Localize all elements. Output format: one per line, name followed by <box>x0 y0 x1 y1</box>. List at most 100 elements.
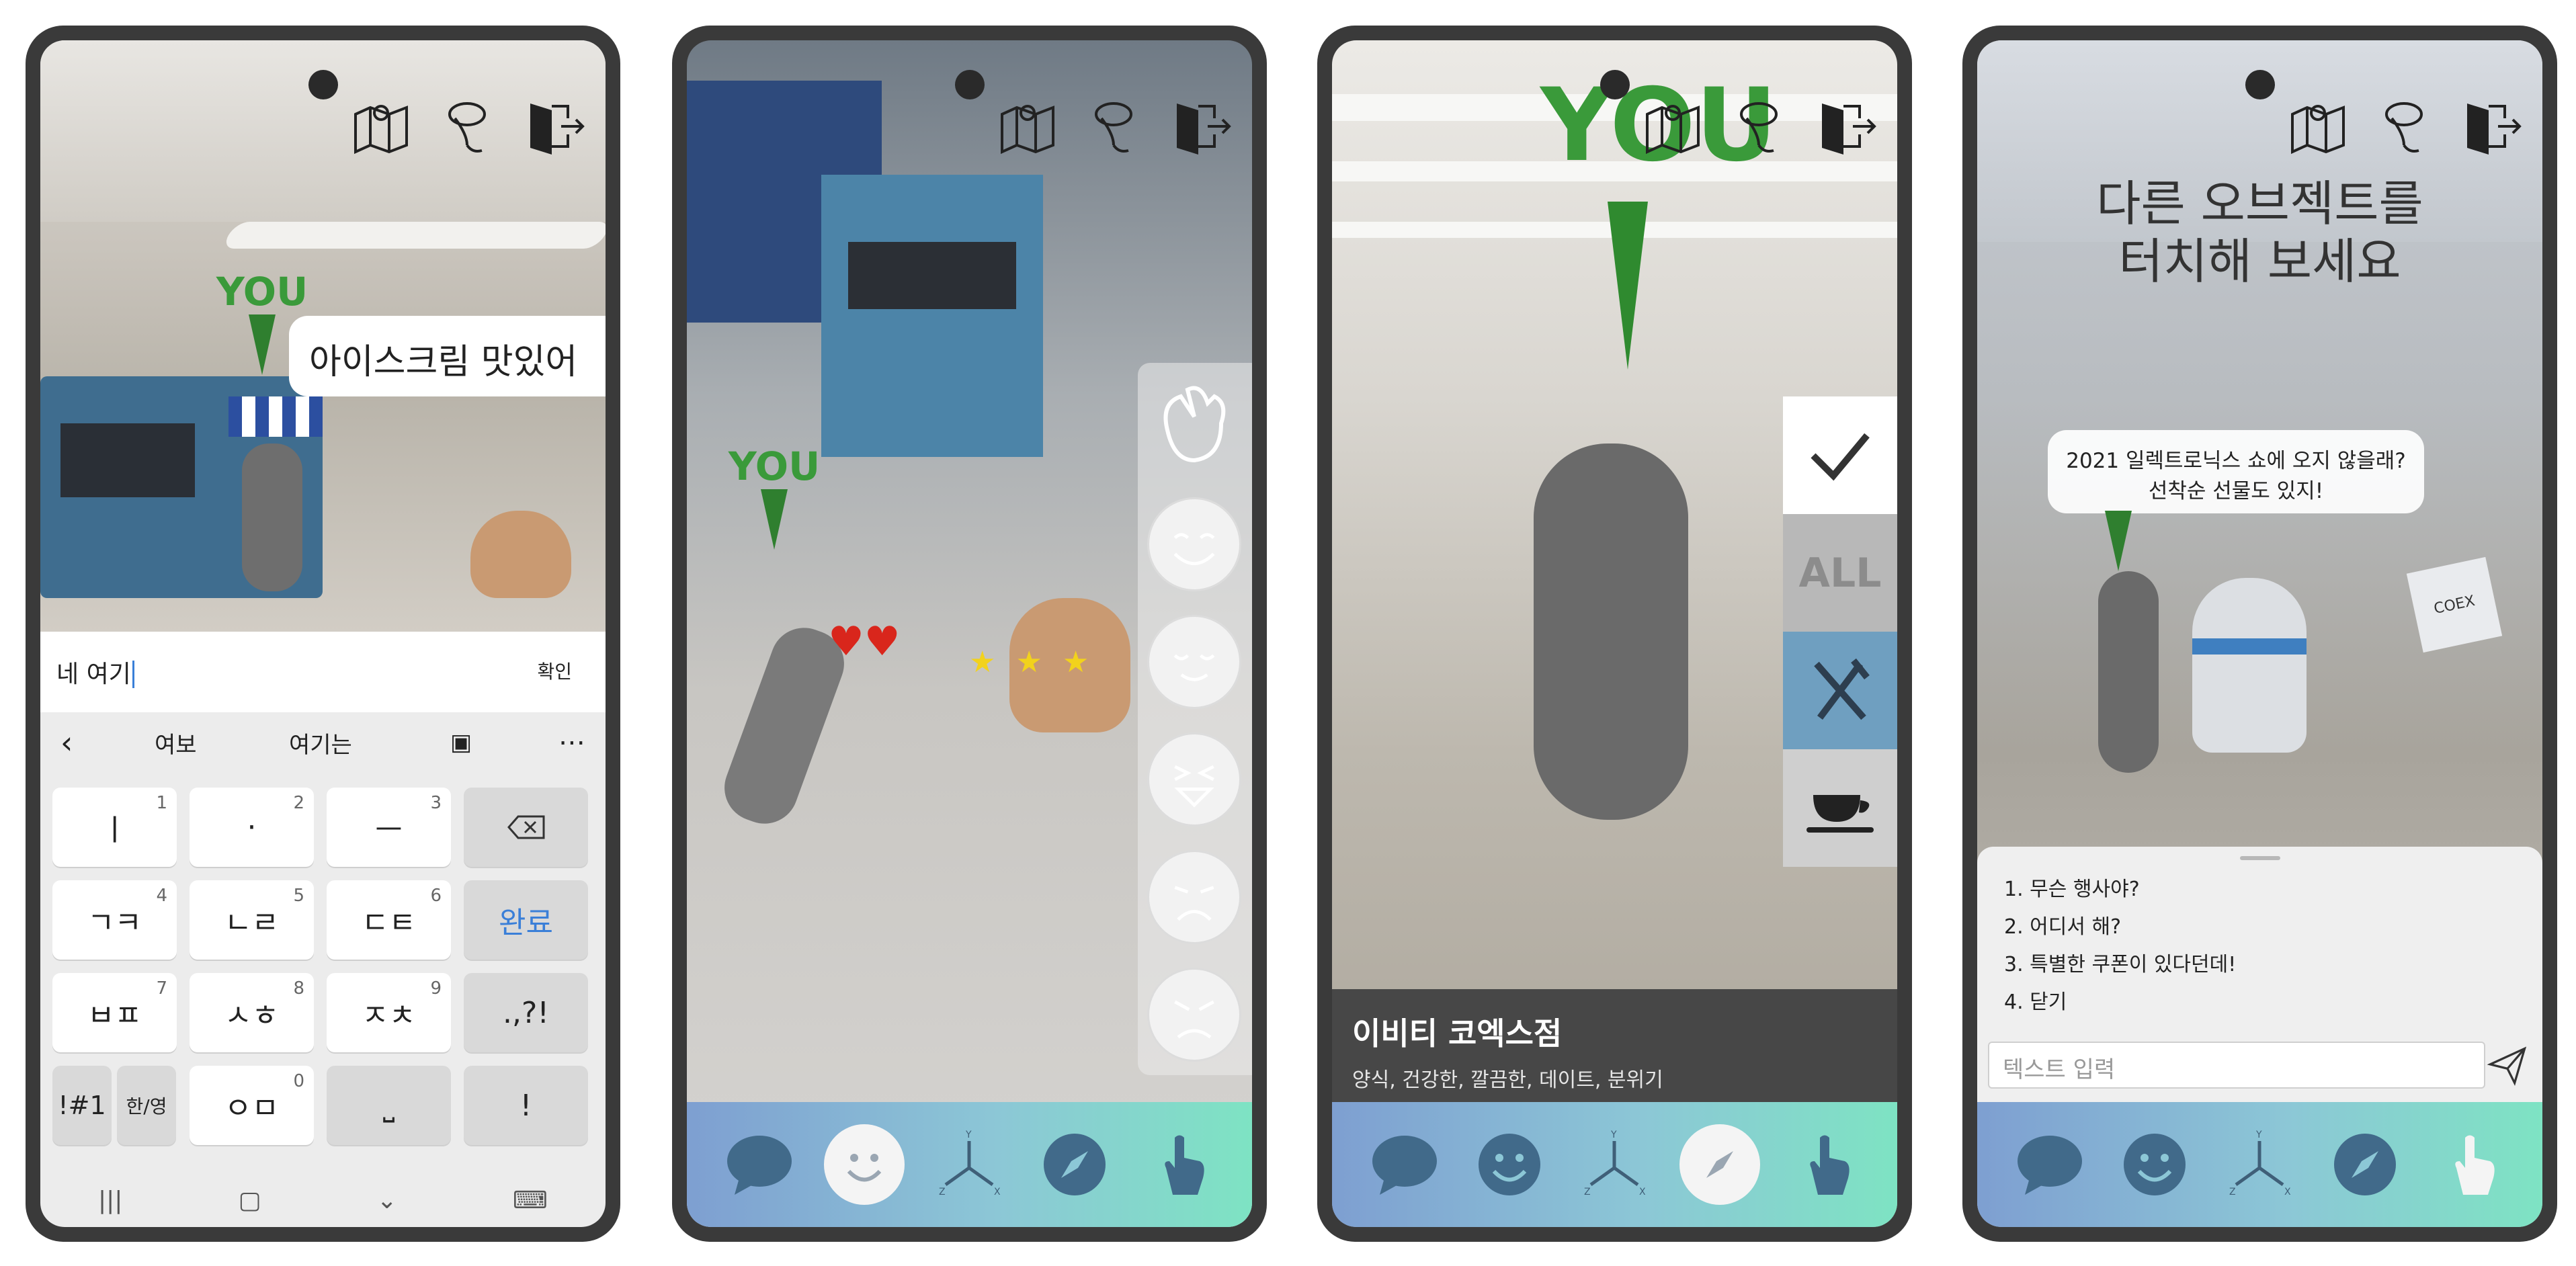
emoji-tab[interactable] <box>824 1124 905 1205</box>
wave-hand-icon[interactable] <box>1147 376 1241 470</box>
input-value: 네 여기 <box>56 661 131 688</box>
laughing-emoji-icon[interactable] <box>1147 732 1241 827</box>
phone-store-info: YOU ALL 이비티 코엑스점 양식, 건강한, 깔끔한, 데이트, 분위기 … <box>1317 26 1912 1242</box>
send-icon[interactable] <box>2486 1044 2529 1087</box>
phone-screen: YOU 아이스크림 맛있어 네 여기 확인 ‹ 여보 여기는 ▣ ⋯ ㅣ 1 ·… <box>40 40 606 1227</box>
coex-cube[interactable]: COEX <box>2406 556 2503 653</box>
map-icon[interactable] <box>349 94 413 159</box>
chat-icon <box>2018 1136 2083 1195</box>
store-name: 이비티 코엑스점 <box>1352 1015 1563 1052</box>
text-input[interactable]: 텍스트 입력 <box>1988 1042 2485 1089</box>
system-nav-bar: ||| ▢ ⌄ ⌨ <box>40 1173 606 1227</box>
phone-keyboard-chat: YOU 아이스크림 맛있어 네 여기 확인 ‹ 여보 여기는 ▣ ⋯ ㅣ 1 ·… <box>26 26 620 1242</box>
language-key[interactable]: 한/영 <box>117 1066 176 1145</box>
more-icon[interactable]: ⋯ <box>558 727 585 758</box>
category-panel: ALL <box>1783 396 1897 874</box>
hide-keyboard-icon[interactable]: ⌄ <box>377 1187 397 1214</box>
exclamation-key[interactable]: ! <box>464 1066 588 1145</box>
compass-icon <box>2333 1134 2396 1195</box>
chat-icon <box>1372 1136 1438 1195</box>
happy-emoji-icon[interactable] <box>1147 497 1241 591</box>
key-2[interactable]: · 2 <box>190 788 314 867</box>
compass-tab[interactable] <box>1679 1124 1760 1205</box>
category-all[interactable]: ALL <box>1783 514 1897 632</box>
backspace-key[interactable] <box>464 788 588 867</box>
map-icon[interactable] <box>1640 94 1705 159</box>
you-label: YOU <box>728 444 821 489</box>
emoji-tab[interactable] <box>2114 1124 2195 1205</box>
key-7[interactable]: ㅂㅍ 7 <box>52 973 177 1052</box>
suggestion-2[interactable]: 여기는 <box>289 726 352 759</box>
key-8[interactable]: ㅅㅎ 8 <box>190 973 314 1052</box>
chat-tab[interactable] <box>719 1124 800 1205</box>
key-6[interactable]: ㄷㅌ 6 <box>327 880 451 960</box>
axis-icon: Y Z X <box>2229 1130 2291 1197</box>
robot-character <box>2192 578 2307 753</box>
stars-effect: ★★★ <box>969 645 1110 679</box>
exit-icon[interactable] <box>2458 94 2522 159</box>
coffee-cup-icon <box>1806 794 1874 833</box>
choice-item[interactable]: 1. 무슨 행사야? <box>2004 872 2140 902</box>
key-3[interactable]: ㅡ3 <box>327 788 451 867</box>
symbol-key[interactable]: !#1 <box>52 1066 112 1145</box>
space-key[interactable]: ⎵ <box>327 1066 451 1145</box>
key-0[interactable]: ㅇㅁ 0 <box>190 1066 314 1145</box>
content-emoji-icon[interactable] <box>1147 615 1241 709</box>
axis-tab[interactable]: Y Z X <box>1574 1124 1655 1205</box>
svg-text:Y: Y <box>1610 1130 1617 1140</box>
map-icon[interactable] <box>995 94 1060 159</box>
sad-emoji-icon[interactable] <box>1147 850 1241 944</box>
angry-emoji-icon[interactable] <box>1147 968 1241 1062</box>
chat-input[interactable]: 네 여기 <box>56 655 134 689</box>
key-4[interactable]: ㄱㅋ 4 <box>52 880 177 960</box>
suggestion-1[interactable]: 여보 <box>155 726 197 759</box>
location-pin-icon[interactable] <box>1081 94 1146 159</box>
compass-tab[interactable] <box>1034 1124 1115 1205</box>
you-marker: YOU <box>720 444 828 552</box>
npc-speech-bubble: 2021 일렉트로닉스 쇼에 오지 않을래? 선착순 선물도 있지! <box>2048 430 2424 513</box>
confirm-button[interactable]: 확인 <box>537 657 572 684</box>
touch-tab[interactable] <box>2429 1124 2510 1205</box>
front-camera <box>954 70 985 99</box>
touch-tab[interactable] <box>1784 1124 1865 1205</box>
keyboard-icon[interactable]: ⌨ <box>513 1187 548 1214</box>
axis-icon: Y Z X <box>939 1130 1001 1197</box>
chat-tab[interactable] <box>2009 1124 2090 1205</box>
exit-icon[interactable] <box>1167 94 1232 159</box>
store-info-bar[interactable]: 이비티 코엑스점 양식, 건강한, 깔끔한, 데이트, 분위기 <box>1332 989 1897 1102</box>
axis-tab[interactable]: Y Z X <box>2219 1124 2300 1205</box>
top-toolbar <box>1640 94 1877 159</box>
category-check[interactable] <box>1783 396 1897 514</box>
emoji-tab[interactable] <box>1469 1124 1550 1205</box>
drag-handle[interactable] <box>2239 856 2280 860</box>
choice-item[interactable]: 2. 어디서 해? <box>2004 910 2121 939</box>
location-pin-icon[interactable] <box>2372 94 2436 159</box>
location-pin-icon[interactable] <box>435 94 499 159</box>
map-icon[interactable] <box>2286 94 2350 159</box>
sticker-icon[interactable]: ▣ <box>450 729 472 756</box>
exit-icon[interactable] <box>1813 94 1877 159</box>
category-cafe[interactable] <box>1783 749 1897 867</box>
key-9[interactable]: ㅈㅊ 9 <box>327 973 451 1052</box>
touch-tab[interactable] <box>1139 1124 1220 1205</box>
exit-icon[interactable] <box>521 94 585 159</box>
recents-icon[interactable]: ||| <box>98 1187 122 1214</box>
chat-tab[interactable] <box>1364 1124 1445 1205</box>
punctuation-key[interactable]: .,?! <box>464 973 588 1052</box>
home-icon[interactable]: ▢ <box>239 1187 261 1214</box>
hand-pointer-icon <box>2455 1135 2495 1195</box>
category-food[interactable] <box>1783 632 1897 749</box>
key-5[interactable]: ㄴㄹ 5 <box>190 880 314 960</box>
location-pin-icon[interactable] <box>1727 94 1791 159</box>
location-marker <box>2105 511 2132 571</box>
done-key[interactable]: 완료 <box>464 880 588 960</box>
key-1[interactable]: ㅣ1 <box>52 788 177 867</box>
keyboard: ‹ 여보 여기는 ▣ ⋯ ㅣ1 · 2 ㅡ3 ㄱㅋ 4 ㄴㄹ 5 ㄷㅌ 6 완료 ㅂㅍ 7… <box>40 712 606 1227</box>
back-chevron-icon[interactable]: ‹ <box>60 724 73 761</box>
choice-item[interactable]: 3. 특별한 쿠폰이 있다던데! <box>2004 947 2236 977</box>
phone-screen: YOU ♥♥ ★★★ Y Z X <box>687 40 1252 1227</box>
compass-tab[interactable] <box>2325 1124 2405 1205</box>
choice-item[interactable]: 4. 닫기 <box>2004 985 2067 1015</box>
axis-tab[interactable]: Y Z X <box>929 1124 1009 1205</box>
store-tags: 양식, 건강한, 깔끔한, 데이트, 분위기 <box>1352 1068 1663 1092</box>
